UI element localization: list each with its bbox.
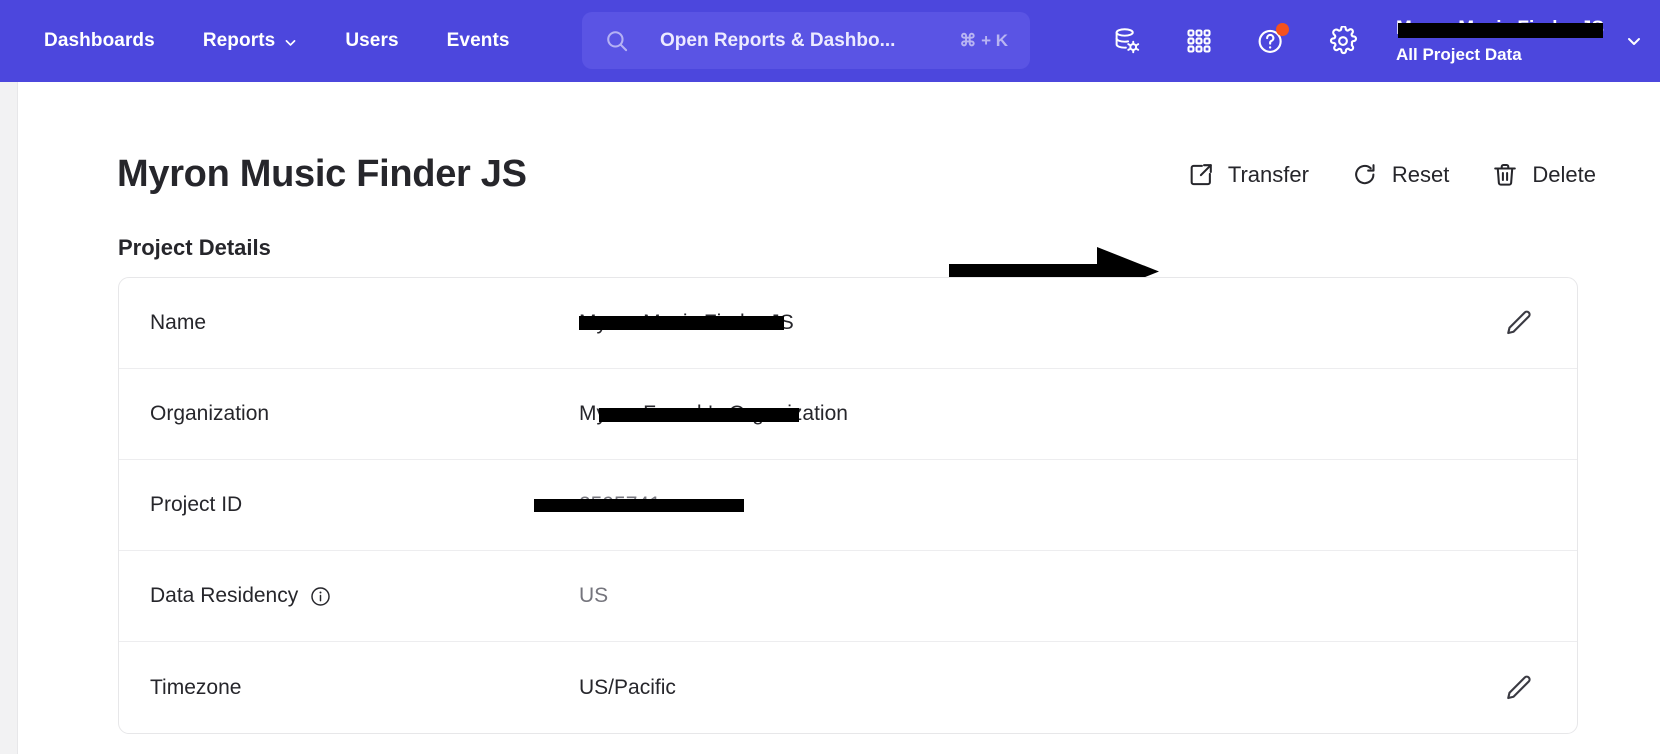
transfer-button-label: Transfer — [1228, 162, 1309, 188]
search-icon — [604, 28, 630, 54]
row-value: US/Pacific — [579, 676, 676, 700]
redaction-bar — [1398, 23, 1603, 38]
row-label: Name — [119, 311, 579, 335]
primary-nav-links: Dashboards Reports Users Events — [44, 22, 534, 60]
redaction-bar — [599, 408, 799, 422]
apps-grid-icon[interactable] — [1176, 18, 1222, 64]
row-label-text: Data Residency — [150, 584, 298, 608]
left-rail — [0, 82, 18, 754]
nav-link-users[interactable]: Users — [321, 22, 422, 60]
table-row: Timezone US/Pacific — [119, 642, 1577, 733]
account-switcher[interactable]: Myron Music Finder JS All Project Data — [1396, 18, 1642, 64]
search-placeholder: Open Reports & Dashbo... — [660, 30, 895, 52]
table-row: Name Myron Music Finder JS — [119, 278, 1577, 369]
top-navigation-bar: Dashboards Reports Users Events Open Rep… — [0, 0, 1660, 82]
main-content: Myron Music Finder JS Transfer Reset — [19, 82, 1660, 754]
nav-link-label: Users — [345, 30, 398, 52]
nav-link-label: Reports — [203, 30, 276, 52]
reset-button[interactable]: Reset — [1351, 161, 1449, 189]
delete-button-label: Delete — [1532, 162, 1596, 188]
row-label: Project ID — [119, 493, 579, 517]
edit-timezone-button[interactable] — [1504, 673, 1534, 703]
page-actions-toolbar: Transfer Reset Delete — [1145, 161, 1596, 189]
trash-icon — [1491, 161, 1519, 189]
account-scope-label: All Project Data — [1396, 45, 1604, 65]
row-value: US — [579, 584, 608, 608]
external-link-icon — [1187, 161, 1215, 189]
refresh-icon — [1351, 161, 1379, 189]
global-search-input[interactable]: Open Reports & Dashbo... ⌘ + K — [582, 12, 1030, 69]
redaction-bar — [579, 316, 784, 330]
nav-right-cluster: Myron Music Finder JS All Project Data — [1078, 0, 1660, 82]
chevron-down-icon — [284, 36, 297, 49]
row-value: 2595741 — [579, 493, 661, 517]
row-value: Myron Music Finder JS — [579, 311, 794, 335]
nav-link-label: Events — [447, 30, 510, 52]
row-label-text: Name — [150, 311, 206, 335]
gear-icon[interactable] — [1320, 18, 1366, 64]
section-title-project-details: Project Details — [118, 235, 271, 261]
transfer-button[interactable]: Transfer — [1187, 161, 1309, 189]
redaction-bar — [534, 499, 744, 512]
row-value: Myron Furuch's Organization — [579, 402, 848, 426]
chevron-down-icon — [1626, 33, 1642, 49]
row-label: Data Residency — [119, 584, 579, 608]
reset-button-label: Reset — [1392, 162, 1449, 188]
info-icon[interactable] — [310, 586, 331, 607]
row-label: Organization — [119, 402, 579, 426]
row-label: Timezone — [119, 676, 579, 700]
nav-link-reports[interactable]: Reports — [179, 22, 322, 60]
table-row: Data Residency US — [119, 551, 1577, 642]
row-value-text: US — [579, 584, 608, 607]
row-label-text: Project ID — [150, 493, 242, 517]
delete-button[interactable]: Delete — [1491, 161, 1596, 189]
project-details-card: Name Myron Music Finder JS Organization … — [118, 277, 1578, 734]
help-circle-icon[interactable] — [1248, 18, 1294, 64]
table-row: Organization Myron Furuch's Organization — [119, 369, 1577, 460]
edit-name-button[interactable] — [1504, 308, 1534, 338]
row-value-text: US/Pacific — [579, 676, 676, 699]
database-settings-icon[interactable] — [1104, 18, 1150, 64]
notification-badge — [1276, 23, 1289, 36]
nav-link-dashboards[interactable]: Dashboards — [44, 22, 179, 60]
page-title: Myron Music Finder JS — [117, 153, 527, 196]
nav-link-events[interactable]: Events — [423, 22, 534, 60]
row-label-text: Organization — [150, 402, 269, 426]
row-label-text: Timezone — [150, 676, 241, 700]
search-shortcut-hint: ⌘ + K — [959, 31, 1008, 51]
account-text: Myron Music Finder JS All Project Data — [1396, 18, 1604, 64]
nav-link-label: Dashboards — [44, 30, 155, 52]
table-row: Project ID 2595741 — [119, 460, 1577, 551]
